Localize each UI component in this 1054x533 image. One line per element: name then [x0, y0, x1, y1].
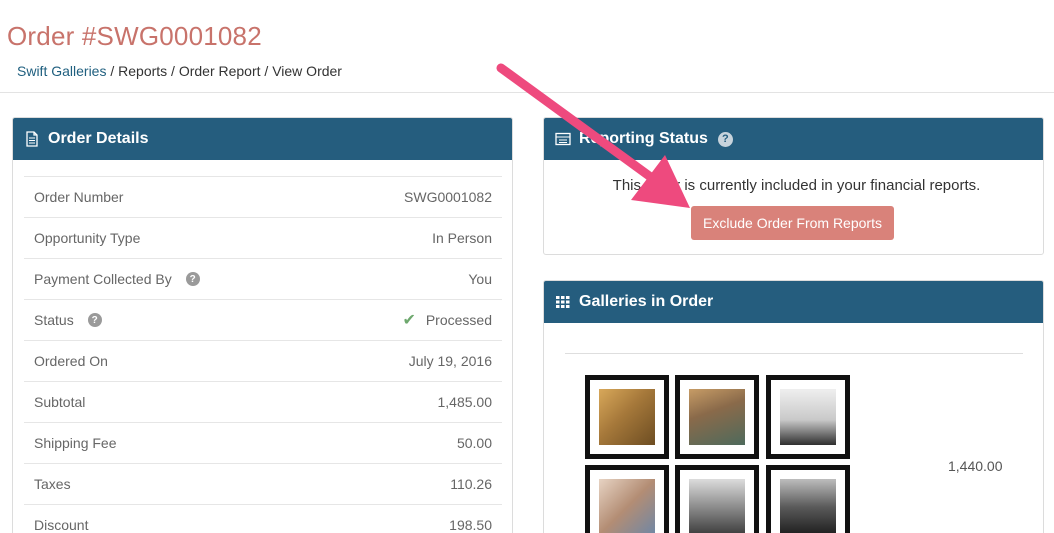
- gallery-thumbnail[interactable]: [585, 375, 669, 459]
- grid-icon: [555, 294, 571, 310]
- detail-value: In Person: [432, 230, 492, 246]
- question-circle-icon[interactable]: ?: [87, 313, 102, 327]
- detail-label: Subtotal: [34, 394, 86, 410]
- detail-label: Opportunity Type: [34, 230, 141, 246]
- detail-value: 1,485.00: [437, 394, 493, 410]
- gallery-thumbnail[interactable]: [585, 465, 669, 533]
- detail-value: 198.50: [449, 517, 492, 533]
- question-circle-icon[interactable]: ?: [717, 131, 733, 147]
- detail-label: Payment Collected By: [34, 271, 172, 287]
- galleries-header: Galleries in Order: [544, 281, 1043, 323]
- galleries-divider: [565, 353, 1023, 354]
- photo-image: [780, 389, 836, 445]
- photo-image: [689, 479, 745, 533]
- detail-row-taxes: Taxes 110.26: [24, 463, 502, 504]
- detail-label: Ordered On: [34, 353, 108, 369]
- detail-row-payment-collected-by: Payment Collected By? You: [24, 258, 502, 299]
- reporting-status-panel: Reporting Status ? This order is current…: [543, 117, 1044, 255]
- detail-row-shipping-fee: Shipping Fee 50.00: [24, 422, 502, 463]
- status-value: ✔ Processed: [402, 310, 492, 330]
- detail-value: July 19, 2016: [408, 353, 492, 369]
- detail-row-discount: Discount 198.50: [24, 504, 502, 533]
- breadcrumb-home-link[interactable]: Swift Galleries: [17, 63, 106, 79]
- detail-label: Shipping Fee: [34, 435, 117, 451]
- detail-label: Taxes: [34, 476, 71, 492]
- breadcrumb-trail: / Reports / Order Report / View Order: [106, 63, 342, 79]
- detail-value: 50.00: [456, 435, 492, 451]
- list-icon: [555, 131, 571, 147]
- detail-label-group: Status?: [34, 312, 102, 328]
- status-text: Processed: [425, 312, 492, 328]
- detail-label: Discount: [34, 517, 89, 533]
- photo-image: [599, 479, 655, 533]
- gallery-thumbnail[interactable]: [675, 465, 759, 533]
- order-details-panel: Order Details Order Number SWG0001082 Op…: [12, 117, 513, 533]
- reporting-status-title: Reporting Status: [579, 130, 708, 147]
- order-details-list: Order Number SWG0001082 Opportunity Type…: [24, 176, 502, 533]
- detail-value: 110.26: [450, 476, 492, 492]
- detail-row-ordered-on: Ordered On July 19, 2016: [24, 340, 502, 381]
- photo-image: [689, 389, 745, 445]
- detail-row-order-number: Order Number SWG0001082: [24, 176, 502, 217]
- gallery-thumbnail[interactable]: [766, 465, 850, 533]
- question-circle-icon[interactable]: ?: [185, 272, 200, 286]
- page-title: Order #SWG0001082: [7, 21, 262, 51]
- exclude-order-button[interactable]: Exclude Order From Reports: [691, 206, 894, 240]
- gallery-thumbnail[interactable]: [766, 375, 850, 459]
- order-details-title: Order Details: [48, 130, 149, 147]
- reporting-status-header: Reporting Status ?: [544, 118, 1043, 160]
- detail-value: SWG0001082: [404, 189, 492, 205]
- detail-value: You: [468, 271, 492, 287]
- detail-label-group: Payment Collected By?: [34, 271, 200, 287]
- breadcrumb: Swift Galleries / Reports / Order Report…: [17, 63, 342, 79]
- document-icon: [24, 131, 40, 147]
- detail-label: Status: [34, 312, 74, 328]
- galleries-title: Galleries in Order: [579, 293, 714, 310]
- photo-image: [780, 479, 836, 533]
- order-details-header: Order Details: [13, 118, 512, 160]
- reporting-status-message: This order is currently included in your…: [612, 177, 981, 194]
- gallery-thumbnail[interactable]: [675, 375, 759, 459]
- check-icon: ✔: [402, 312, 416, 329]
- header-divider: [0, 92, 1054, 93]
- gallery-price: 1,440.00: [948, 458, 1003, 474]
- detail-row-opportunity-type: Opportunity Type In Person: [24, 217, 502, 258]
- detail-row-status: Status? ✔ Processed: [24, 299, 502, 340]
- detail-label: Order Number: [34, 189, 124, 205]
- photo-image: [599, 389, 655, 445]
- detail-row-subtotal: Subtotal 1,485.00: [24, 381, 502, 422]
- galleries-panel: Galleries in Order 1,440.00: [543, 280, 1044, 533]
